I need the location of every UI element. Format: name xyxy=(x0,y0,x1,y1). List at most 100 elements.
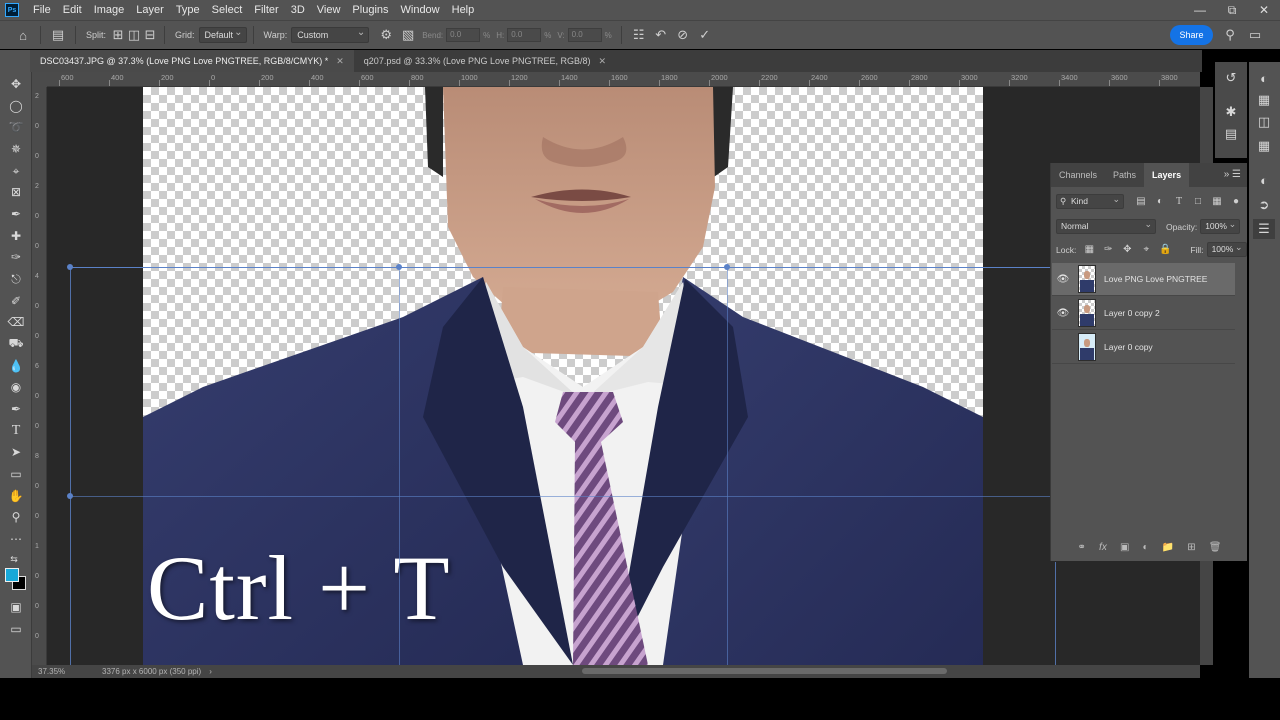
color-icon[interactable]: ◐ xyxy=(1253,68,1275,88)
transform-handle-top-left[interactable] xyxy=(67,264,73,270)
quick-mask-icon[interactable]: ▣ xyxy=(5,597,27,617)
lock-transparent-icon[interactable]: ▦ xyxy=(1082,243,1096,257)
smart-filter-icon[interactable]: ▦ xyxy=(1210,195,1224,209)
lock-artboard-icon[interactable]: ⌖ xyxy=(1139,243,1153,257)
foreground-color-swatch[interactable] xyxy=(5,568,19,582)
rectangle-icon[interactable]: ▭ xyxy=(5,464,27,484)
transform-handle-top-two-third[interactable] xyxy=(724,264,730,270)
type-filter-icon[interactable]: T xyxy=(1172,195,1186,209)
minimize-icon[interactable]: — xyxy=(1184,0,1216,20)
document-info[interactable]: 3376 px x 6000 px (350 ppi) xyxy=(102,667,201,676)
history-brush-icon[interactable]: ✐ xyxy=(5,291,27,311)
transform-icon[interactable]: ▤ xyxy=(47,24,69,46)
share-button[interactable]: Share xyxy=(1170,25,1213,45)
paths-icon[interactable]: ➲ xyxy=(1253,195,1275,215)
layer-row[interactable]: 👁 Love PNG Love PNGTREE xyxy=(1052,263,1235,296)
menu-file[interactable]: File xyxy=(27,0,57,20)
transform-handle-left-middle[interactable] xyxy=(67,493,73,499)
type-tool-icon[interactable]: T xyxy=(5,421,27,441)
reset-icon[interactable]: ↶ xyxy=(650,24,672,46)
menu-window[interactable]: Window xyxy=(395,0,446,20)
clone-stamp-icon[interactable]: ⎋ xyxy=(5,269,27,289)
filter-toggle-icon[interactable]: ● xyxy=(1229,195,1243,209)
shape-filter-icon[interactable]: □ xyxy=(1191,195,1205,209)
move-tool-icon[interactable]: ✥ xyxy=(5,74,27,94)
puppet-icon[interactable]: ☷ xyxy=(628,24,650,46)
zoom-icon[interactable]: ⚲ xyxy=(5,507,27,527)
menu-help[interactable]: Help xyxy=(446,0,481,20)
crop-icon[interactable]: ⌖ xyxy=(5,161,27,181)
menu-type[interactable]: Type xyxy=(170,0,206,20)
restore-icon[interactable]: ⧉ xyxy=(1216,0,1248,20)
brush-settings-icon[interactable]: ✱ xyxy=(1220,102,1242,122)
menu-layer[interactable]: Layer xyxy=(130,0,170,20)
trash-icon[interactable]: 🗑 xyxy=(1209,542,1222,553)
pen-icon[interactable]: ✒ xyxy=(5,399,27,419)
tab-paths[interactable]: Paths xyxy=(1105,163,1144,187)
filter-kind-select[interactable]: ⚲ Kind xyxy=(1056,193,1124,209)
tab-layers[interactable]: Layers xyxy=(1144,163,1190,187)
bend-input[interactable]: 0.0 xyxy=(446,28,481,42)
swap-colors-icon[interactable]: ⇆ xyxy=(3,549,25,569)
more-tools-icon[interactable]: ⋯ xyxy=(5,529,27,549)
transform-handle-top-third[interactable] xyxy=(396,264,402,270)
opacity-input[interactable]: 100% xyxy=(1200,218,1241,234)
cancel-icon[interactable]: ⊘ xyxy=(672,24,694,46)
split-vertical-icon[interactable]: ◫ xyxy=(126,24,142,46)
warp-mesh-icon[interactable]: ▧ xyxy=(397,24,419,46)
lasso-icon[interactable]: ➰ xyxy=(5,117,27,137)
menu-view[interactable]: View xyxy=(311,0,347,20)
lock-all-icon[interactable]: 🔒 xyxy=(1158,243,1172,257)
new-group-icon[interactable]: 📁 xyxy=(1162,542,1174,553)
vertical-ruler[interactable]: 2 0 0 2 0 0 4 0 0 6 0 0 8 0 0 1 0 0 0 xyxy=(32,87,47,665)
search-icon[interactable]: ⚲ xyxy=(1219,24,1241,46)
link-layers-icon[interactable]: ⚭ xyxy=(1078,542,1086,553)
menu-plugins[interactable]: Plugins xyxy=(346,0,394,20)
h-input[interactable]: 0.0 xyxy=(507,28,542,42)
v-input[interactable]: 0.0 xyxy=(567,28,602,42)
adjustment-layer-icon[interactable]: ◐ xyxy=(1143,542,1149,553)
layers-icon[interactable]: ☰ xyxy=(1253,219,1275,239)
path-select-icon[interactable]: ➤ xyxy=(5,442,27,462)
patterns-icon[interactable]: ▦ xyxy=(1253,136,1275,156)
split-horizontal-icon[interactable]: ⊟ xyxy=(142,24,158,46)
split-cross-icon[interactable]: ⊞ xyxy=(110,24,126,46)
lock-position-icon[interactable]: ✥ xyxy=(1120,243,1134,257)
history-icon[interactable]: ↺ xyxy=(1220,68,1242,88)
canvas-workspace[interactable]: Ctrl + T xyxy=(47,87,1200,665)
swatches-icon[interactable]: ▦ xyxy=(1253,90,1275,110)
adjustment-filter-icon[interactable]: ◐ xyxy=(1153,195,1167,209)
eye-icon[interactable]: 👁 xyxy=(1052,308,1074,319)
frame-icon[interactable]: ⊠ xyxy=(5,182,27,202)
adjustments-icon[interactable]: ◐ xyxy=(1253,170,1275,190)
tab-document-2[interactable]: q207.psd @ 33.3% (Love PNG Love PNGTREE,… xyxy=(354,50,616,72)
zoom-level[interactable]: 37.35% xyxy=(38,667,96,676)
fx-icon[interactable]: fx xyxy=(1099,542,1107,553)
status-menu-icon[interactable]: › xyxy=(209,667,212,676)
pixel-filter-icon[interactable]: ▤ xyxy=(1134,195,1148,209)
menu-edit[interactable]: Edit xyxy=(57,0,88,20)
menu-image[interactable]: Image xyxy=(88,0,131,20)
layer-row[interactable]: Layer 0 copy xyxy=(1052,331,1235,364)
commit-icon[interactable]: ✓ xyxy=(694,24,716,46)
lock-image-icon[interactable]: ✑ xyxy=(1101,243,1115,257)
grid-select[interactable]: Default xyxy=(198,26,247,43)
tab-channels[interactable]: Channels xyxy=(1051,163,1105,187)
gradients-icon[interactable]: ◫ xyxy=(1253,112,1275,132)
gear-icon[interactable]: ⚙ xyxy=(375,24,397,46)
paint-bucket-icon[interactable]: ⛟ xyxy=(5,334,27,354)
ellipse-marquee-icon[interactable]: ◯ xyxy=(5,96,27,116)
menu-3d[interactable]: 3D xyxy=(285,0,311,20)
blur-icon[interactable]: 💧 xyxy=(5,356,27,376)
panel-menu-icon[interactable]: » ☰ xyxy=(1224,169,1241,180)
brush-icon[interactable]: ✑ xyxy=(5,247,27,267)
quick-select-icon[interactable]: ✵ xyxy=(5,139,27,159)
eraser-icon[interactable]: ⌫ xyxy=(5,312,27,332)
menu-select[interactable]: Select xyxy=(206,0,249,20)
fill-input[interactable]: 100% xyxy=(1206,241,1247,257)
screen-mode-tool-icon[interactable]: ▭ xyxy=(5,619,27,639)
horizontal-ruler[interactable]: 600 400 200 0 200 400 600 800 1000 1200 1400 1600 18… xyxy=(47,72,1200,87)
close-icon[interactable]: ✕ xyxy=(599,56,607,67)
close-icon[interactable]: ✕ xyxy=(1248,0,1280,20)
add-mask-icon[interactable]: ▣ xyxy=(1120,542,1129,553)
